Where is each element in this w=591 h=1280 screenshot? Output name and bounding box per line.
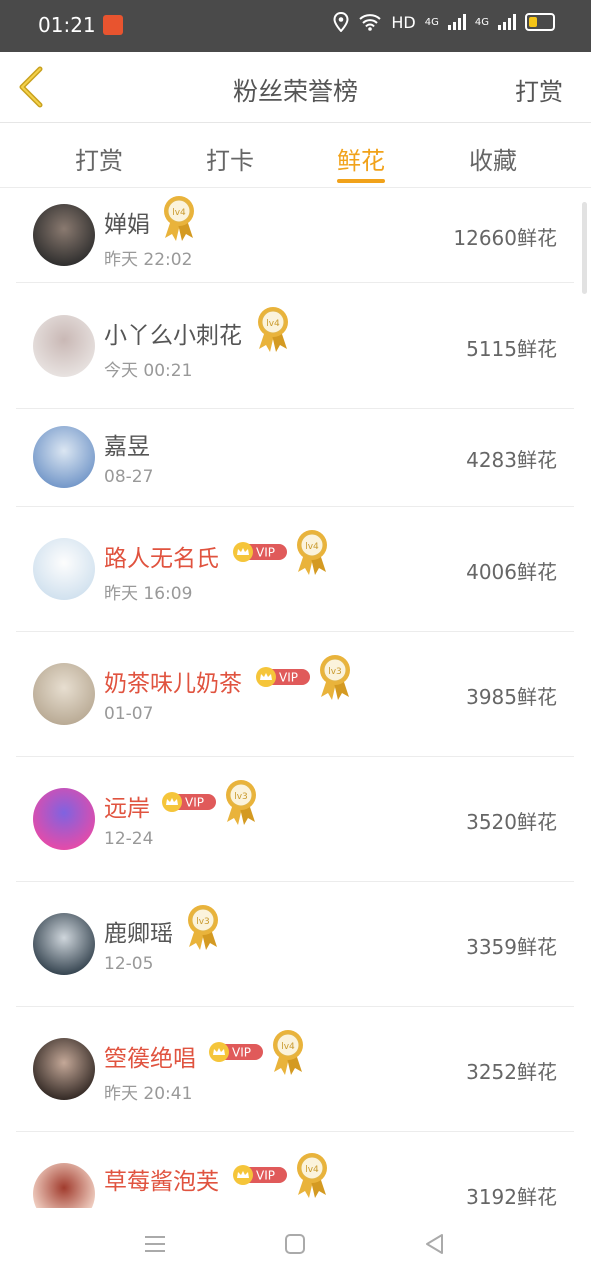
- list-item[interactable]: 路人无名氏 VIP lv4 昨天 16:09 4006鲜花: [16, 506, 574, 632]
- avatar[interactable]: [33, 537, 95, 600]
- page-title: 粉丝荣誉榜: [232, 77, 358, 106]
- user-name[interactable]: 草莓酱泡芙: [104, 1162, 219, 1196]
- app-notification-icon: [103, 15, 123, 35]
- system-nav-bar: [0, 1208, 591, 1280]
- avatar[interactable]: [33, 787, 95, 850]
- battery-icon: [525, 13, 555, 31]
- user-name[interactable]: 小丫么小刺花: [104, 316, 242, 350]
- vip-label: VIP: [256, 545, 275, 559]
- level-label: lv4: [305, 1165, 319, 1175]
- user-name[interactable]: 远岸: [104, 789, 150, 823]
- vip-badge: VIP: [209, 1041, 263, 1062]
- list-item[interactable]: 草莓酱泡芙 VIP lv4 3192鲜花: [16, 1131, 574, 1208]
- wifi-icon: [359, 14, 382, 31]
- level-medal-icon: lv4: [273, 1029, 303, 1075]
- vip-badge: VIP: [162, 791, 216, 812]
- list-item[interactable]: 嘉昱 08-27 4283鲜花: [16, 408, 574, 507]
- avatar[interactable]: [33, 1162, 95, 1208]
- level-label: lv3: [234, 792, 248, 802]
- user-name[interactable]: 奶茶味儿奶茶: [104, 664, 242, 698]
- level-medal-icon: lv4: [164, 196, 194, 241]
- app-header: 粉丝荣誉榜 打赏: [0, 52, 591, 123]
- vip-badge: VIP: [232, 1164, 287, 1185]
- avatar[interactable]: [33, 662, 95, 725]
- level-label: lv4: [281, 1042, 295, 1052]
- list-item[interactable]: 小丫么小刺花 lv4 今天 00:21 5115鲜花: [16, 283, 574, 409]
- status-time: 01:21: [38, 13, 96, 37]
- flower-count: 3252鲜花: [466, 1059, 557, 1084]
- vip-label: VIP: [279, 670, 298, 684]
- tab-bar: 打赏 打卡 鲜花 收藏: [0, 123, 591, 188]
- user-name[interactable]: 婵娟: [104, 205, 150, 239]
- tab-flowers[interactable]: 鲜花: [311, 141, 411, 176]
- vip-label: VIP: [185, 795, 204, 809]
- tab-reward[interactable]: 打赏: [49, 141, 149, 176]
- user-name[interactable]: 鹿卿瑶: [104, 914, 173, 948]
- signal-1-icon: [447, 14, 466, 30]
- flower-count: 4006鲜花: [466, 559, 557, 584]
- list-item[interactable]: 箜篌绝唱 VIP lv4 昨天 20:41 3252鲜花: [16, 1006, 574, 1132]
- signal-1-label: 4G: [424, 16, 439, 28]
- vip-badge: VIP: [256, 666, 310, 687]
- status-icons: HD 4G 4G: [333, 12, 555, 32]
- level-label: lv4: [172, 208, 186, 218]
- timestamp: 12-24: [104, 828, 154, 849]
- level-medal-icon: lv3: [320, 654, 350, 700]
- flower-count: 12660鲜花: [453, 226, 557, 250]
- timestamp: 08-27: [104, 467, 154, 487]
- vip-label: VIP: [256, 1168, 275, 1182]
- tab-checkin[interactable]: 打卡: [180, 141, 280, 176]
- status-bar: 01:21 HD 4G 4G: [0, 0, 591, 52]
- timestamp: 昨天 22:02: [104, 250, 193, 270]
- list-item[interactable]: 远岸 VIP lv3 12-24 3520鲜花: [16, 756, 574, 882]
- vip-badge: VIP: [232, 541, 287, 562]
- timestamp: 12-05: [104, 953, 154, 974]
- list-item[interactable]: 婵娟 lv4 昨天 22:02 12660鲜花: [16, 188, 574, 283]
- level-medal-icon: lv3: [226, 779, 256, 825]
- level-label: lv4: [305, 542, 319, 552]
- signal-2-label: 4G: [474, 16, 489, 28]
- flower-count: 3985鲜花: [466, 684, 557, 709]
- user-name[interactable]: 嘉昱: [104, 427, 150, 461]
- flower-count: 5115鲜花: [466, 336, 557, 361]
- level-medal-icon: lv4: [296, 529, 327, 575]
- level-label: lv3: [328, 667, 342, 677]
- vip-label: VIP: [232, 1045, 251, 1059]
- list-item[interactable]: 奶茶味儿奶茶 VIP lv3 01-07 3985鲜花: [16, 631, 574, 757]
- back-nav-icon[interactable]: [421, 1230, 449, 1258]
- timestamp: 今天 00:21: [104, 360, 193, 381]
- active-tab-indicator: [337, 179, 385, 183]
- flower-count: 3192鲜花: [466, 1184, 557, 1209]
- list-item[interactable]: 鹿卿瑶 lv3 12-05 3359鲜花: [16, 881, 574, 1007]
- level-medal-icon: lv4: [296, 1152, 327, 1198]
- level-label: lv4: [266, 319, 280, 329]
- menu-icon[interactable]: [141, 1230, 169, 1258]
- level-medal-icon: lv4: [258, 306, 288, 352]
- flower-count: 3359鲜花: [466, 934, 557, 959]
- location-icon: [333, 12, 349, 32]
- hd-text: HD: [391, 12, 416, 32]
- reward-button[interactable]: 打赏: [515, 72, 563, 107]
- flower-count: 4283鲜花: [466, 448, 557, 472]
- timestamp: 昨天 20:41: [104, 1083, 193, 1104]
- home-icon[interactable]: [281, 1230, 309, 1258]
- signal-2-icon: [498, 14, 516, 30]
- flower-count: 3520鲜花: [466, 809, 557, 834]
- timestamp: 昨天 16:09: [104, 583, 193, 604]
- tab-favorites[interactable]: 收藏: [443, 141, 543, 176]
- ranking-list: 婵娟 lv4 昨天 22:02 12660鲜花小丫么小刺花 lv4 今天 00:21 511…: [0, 188, 591, 1208]
- scrollbar[interactable]: [582, 202, 587, 294]
- avatar[interactable]: [33, 314, 95, 377]
- avatar[interactable]: [33, 1037, 95, 1100]
- timestamp: 01-07: [104, 703, 154, 724]
- avatar[interactable]: [33, 204, 95, 266]
- level-label: lv3: [196, 917, 210, 927]
- avatar[interactable]: [33, 912, 95, 975]
- user-name[interactable]: 路人无名氏: [104, 539, 219, 573]
- level-medal-icon: lv3: [187, 904, 218, 950]
- avatar[interactable]: [33, 426, 95, 488]
- user-name[interactable]: 箜篌绝唱: [104, 1039, 196, 1073]
